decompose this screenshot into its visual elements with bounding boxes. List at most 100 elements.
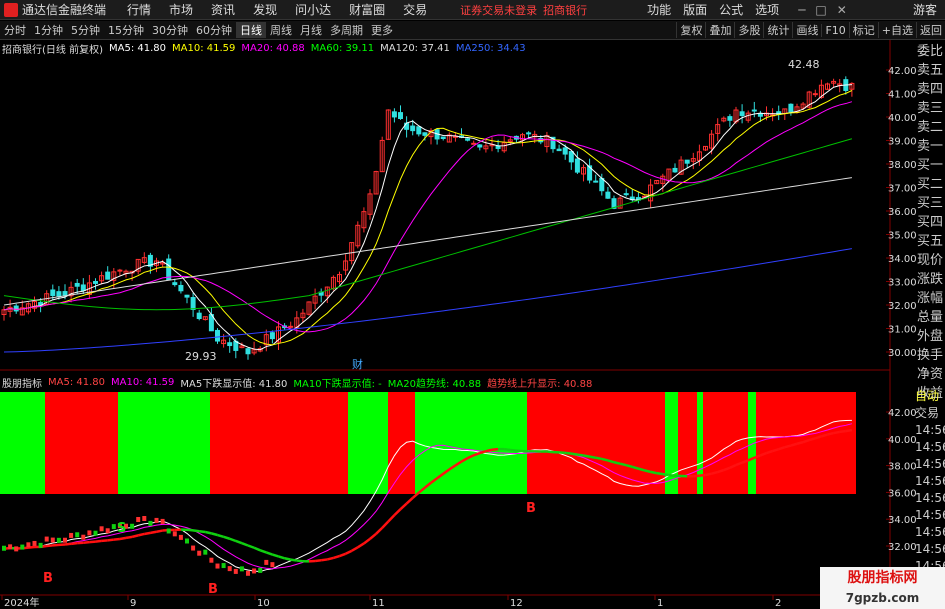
ind-candle: [258, 567, 263, 573]
ind-trend-segment: [144, 531, 151, 536]
ind-trend-segment: [577, 453, 584, 457]
ind-trend-segment: [393, 508, 402, 517]
ind-trend-segment: [89, 540, 96, 544]
ind-trend-segment: [314, 559, 322, 563]
candle-body: [56, 291, 62, 297]
ind-candle: [160, 518, 165, 524]
ind-trend-segment: [790, 442, 798, 447]
sidebar-item-12[interactable]: 涨跌: [915, 270, 945, 289]
sidebar-item-7[interactable]: 买二: [915, 175, 945, 194]
indicator-band: [388, 392, 415, 494]
ma250-line: [3, 248, 852, 353]
candle-body: [184, 294, 190, 298]
ind-candle: [38, 542, 43, 548]
candle-body: [416, 126, 422, 135]
watermark-url: 7gpzb.com: [845, 591, 920, 605]
sidebar2-item-3: 14:56: [915, 440, 945, 454]
candle-body: [391, 111, 397, 118]
ind-trend-segment: [625, 463, 633, 469]
sidebar-item-10[interactable]: 买五: [915, 232, 945, 251]
sidebar-item-2[interactable]: 卖四: [915, 80, 945, 99]
sidebar-item-5[interactable]: 卖一: [915, 137, 945, 156]
ind-candle: [252, 568, 257, 574]
time-tick-label: 10: [257, 598, 270, 609]
indicator-chart: B B B S: [0, 392, 856, 597]
price-tick-label: 39.00: [888, 137, 917, 148]
ind-candle: [227, 566, 232, 572]
ind-trend-segment: [64, 542, 72, 546]
time-tick-label: 2024年: [4, 596, 39, 609]
sidebar-item-4[interactable]: 卖二: [915, 118, 945, 137]
sidebar-item-8[interactable]: 买三: [915, 194, 945, 213]
ind-trend-segment: [784, 444, 792, 449]
sidebar-item-0[interactable]: 委比: [915, 42, 945, 61]
ind-trend-segment: [839, 429, 846, 434]
buy-marker-3: B: [526, 501, 536, 516]
sidebar-item-1[interactable]: 卖五: [915, 61, 945, 80]
sidebar-item-3[interactable]: 卖三: [915, 99, 945, 118]
ind-candle: [166, 528, 171, 534]
ind-trend-segment: [595, 456, 603, 461]
candle-body: [471, 142, 477, 145]
sell-marker-1: S: [117, 521, 126, 536]
ind-trend-segment: [631, 465, 639, 470]
indicator-band: [415, 392, 527, 494]
sidebar-item-13[interactable]: 涨幅: [915, 289, 945, 308]
ind-trend-segment: [296, 559, 304, 563]
sidebar-item-15[interactable]: 外盘: [915, 327, 945, 346]
sidebar-item-11[interactable]: 现价: [915, 251, 945, 270]
watermark-title: 股朋指标网: [847, 570, 918, 586]
candle-body: [190, 297, 196, 310]
ind-candle: [203, 549, 208, 555]
sidebar-item-14[interactable]: 总量: [915, 308, 945, 327]
ind-candle: [221, 563, 226, 569]
ind-candle: [8, 544, 13, 550]
ind-trend-segment: [363, 537, 371, 545]
price-tick-label: 35.00: [888, 231, 917, 242]
sidebar2-item-6: 14:56: [915, 491, 945, 505]
ind-tick-label: 36.00: [888, 488, 917, 499]
time-tick-label: 11: [372, 598, 385, 609]
sidebar2-item-2: 14:56: [915, 423, 945, 437]
ind-trend-segment: [119, 536, 127, 541]
watermark-logo: 股朋指标网 7gpzb.com: [820, 567, 945, 609]
ind-trend-segment: [333, 554, 340, 560]
price-tick-label: 30.00: [888, 348, 917, 359]
candle-body: [684, 159, 690, 164]
ma20-line: [3, 101, 853, 333]
ind-trend-segment: [70, 541, 78, 546]
time-tick-label: 1: [657, 598, 663, 609]
ind-trend-segment: [290, 558, 297, 562]
price-tick-label: 33.00: [888, 278, 917, 289]
candlestick-chart: 42.00 41.00 40.00 39.00 38.00 37.00 36.00 35.00…: [0, 40, 917, 609]
ind-trend-segment: [211, 532, 218, 537]
ind-trend-segment: [399, 502, 408, 511]
candle-body: [215, 329, 220, 342]
ind-trend-segment: [223, 535, 231, 540]
indicator-band: [756, 392, 856, 494]
indicator-band: [45, 392, 118, 494]
sidebar-item-17[interactable]: 净资: [915, 365, 945, 384]
sidebar-item-16[interactable]: 换手: [915, 346, 945, 365]
chart-canvas[interactable]: 42.00 41.00 40.00 39.00 38.00 37.00 36.00 35.00…: [0, 0, 945, 609]
candle-body: [574, 158, 580, 173]
ind-trend-segment: [510, 448, 517, 452]
ind-trend-segment: [217, 533, 224, 539]
candle-body: [269, 332, 275, 340]
ind-trend-segment: [278, 555, 285, 560]
ind-trend-segment: [46, 544, 53, 548]
ind-trend-segment: [381, 520, 390, 529]
ind-candle: [270, 562, 275, 568]
sidebar-item-9[interactable]: 买四: [915, 213, 945, 232]
ind-trend-segment: [705, 472, 712, 477]
ind-candle: [172, 531, 177, 537]
time-tick-label: 12: [510, 598, 523, 609]
candle-body: [812, 93, 818, 96]
ind-trend-segment: [662, 472, 670, 477]
ind-candle: [81, 534, 86, 540]
ma60-line: [3, 138, 853, 311]
sidebar-item-6[interactable]: 买一: [915, 156, 945, 175]
ind-candle: [50, 537, 55, 543]
low-price-annotation: 29.93: [185, 350, 217, 363]
candle-body: [80, 284, 86, 291]
